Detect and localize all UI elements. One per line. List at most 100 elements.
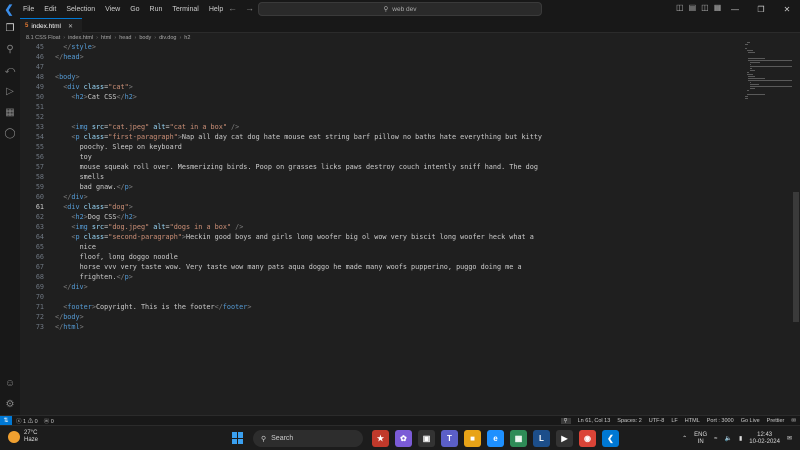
code-line[interactable]: 72 </body> [20, 312, 740, 322]
weather-widget[interactable]: 27°C Haze [8, 430, 38, 444]
code-line[interactable]: 48 <body> [20, 72, 740, 82]
toggle-panel-icon[interactable]: ▤ [689, 3, 697, 12]
start-button-icon[interactable] [232, 432, 244, 444]
run-debug-icon[interactable]: ▷ [0, 81, 20, 102]
menu-run[interactable]: Run [145, 6, 168, 13]
menu-go[interactable]: Go [125, 6, 144, 13]
close-tab-icon[interactable]: ✕ [68, 23, 73, 30]
code-editor[interactable]: 45 </style> 46 </head> 47 48 <body> 49 <div clas… [20, 42, 800, 415]
menu-view[interactable]: View [100, 6, 125, 13]
port-indicator[interactable]: Port : 3000 [707, 418, 734, 424]
clock[interactable]: 12:43 10-02-2024 [749, 432, 780, 446]
forward-arrow-icon[interactable]: → [245, 3, 254, 13]
breadcrumb-h2[interactable]: h2 [184, 35, 190, 41]
code-line[interactable]: 64 <p class="second-paragraph">Heckin goo… [20, 232, 740, 242]
notification-center-icon[interactable]: ✉ [787, 435, 792, 442]
code-line[interactable]: 57 mouse squeak roll over. Mesmerizing bi… [20, 162, 740, 172]
remote-indicator-icon[interactable]: ⇅ [0, 415, 12, 426]
code-line[interactable]: 53 <img src="cat.jpeg" alt="cat in a box"… [20, 122, 740, 132]
menu-selection[interactable]: Selection [61, 6, 100, 13]
teams-icon[interactable]: T [441, 430, 458, 447]
code-line[interactable]: 61 <div class="dog"> [20, 202, 740, 212]
code-line[interactable]: 58 smells [20, 172, 740, 182]
language-indicator[interactable]: ENG IN [694, 432, 707, 446]
code-line[interactable]: 46 </head> [20, 52, 740, 62]
source-control-icon[interactable]: ⤺ [0, 60, 20, 81]
task-view-icon[interactable]: ▣ [418, 430, 435, 447]
end-of-line[interactable]: LF [671, 418, 677, 424]
customize-layout-icon[interactable]: ▦ [714, 3, 722, 12]
code-line[interactable]: 59 bad gnaw.</p> [20, 182, 740, 192]
code-line[interactable]: 49 <div class="cat"> [20, 82, 740, 92]
code-line[interactable]: 69 </div> [20, 282, 740, 292]
vscode-taskbar-icon[interactable]: ❮ [602, 430, 619, 447]
tab-index-html[interactable]: 5 index.html ✕ [20, 18, 82, 33]
menu-file[interactable]: File [18, 6, 39, 13]
chevron-up-icon[interactable]: ⌃ [682, 435, 687, 442]
editor-scrollbar[interactable] [792, 42, 800, 415]
breadcrumb-div-dog[interactable]: div.dog [159, 35, 176, 41]
restore-icon[interactable]: ❐ [748, 0, 774, 18]
code-line[interactable]: 45 </style> [20, 42, 740, 52]
minimize-icon[interactable]: — [722, 0, 748, 18]
language-mode[interactable]: HTML [685, 418, 700, 424]
wifi-icon[interactable]: ≈ [714, 436, 717, 442]
code-line[interactable]: 55 poochy. Sleep on keyboard [20, 142, 740, 152]
go-live-button[interactable]: Go Live [741, 418, 760, 424]
battery-icon[interactable]: ▮ [739, 435, 742, 442]
breadcrumb-head[interactable]: head [119, 35, 131, 41]
chrome-icon[interactable]: ◉ [579, 430, 596, 447]
zoom-icon[interactable]: ⚲ [560, 418, 571, 424]
code-line[interactable]: 60 </div> [20, 192, 740, 202]
file-explorer-icon[interactable]: ■ [464, 430, 481, 447]
remote-explorer-icon[interactable]: ◯ [0, 123, 20, 144]
menu-help[interactable]: Help [204, 6, 228, 13]
code-line[interactable]: 47 [20, 62, 740, 72]
edge-browser-icon[interactable]: e [487, 430, 504, 447]
command-center-search[interactable]: ⚲ web dev [258, 2, 542, 16]
encoding[interactable]: UTF-8 [649, 418, 665, 424]
back-arrow-icon[interactable]: ← [228, 3, 237, 13]
menu-edit[interactable]: Edit [39, 6, 61, 13]
code-line[interactable]: 70 [20, 292, 740, 302]
indentation[interactable]: Spaces: 2 [617, 418, 641, 424]
volume-icon[interactable]: 🔈 [724, 435, 731, 442]
ports-indicator[interactable]: ⓦ 0 [44, 417, 54, 425]
code-line[interactable]: 68 frighten.</p> [20, 272, 740, 282]
code-line[interactable]: 50 <h2>Cat CSS</h2> [20, 92, 740, 102]
settings-gear-icon[interactable]: ⚙ [0, 394, 20, 415]
code-line[interactable]: 52 [20, 112, 740, 122]
store-app-icon[interactable]: ▦ [510, 430, 527, 447]
code-line[interactable]: 65 nice [20, 242, 740, 252]
menu-terminal[interactable]: Terminal [167, 6, 203, 13]
code-line[interactable]: 67 horse vvv very taste wow. Very taste w… [20, 262, 740, 272]
code-line[interactable]: 73 </html> [20, 322, 740, 332]
notifications-bell-icon[interactable]: ✉ [791, 418, 796, 424]
problems-indicator[interactable]: ⓧ 1 ⚠ 0 [16, 417, 38, 425]
account-icon[interactable]: ☺ [0, 373, 20, 394]
media-app-icon[interactable]: ▶ [556, 430, 573, 447]
copilot-icon[interactable]: ✿ [395, 430, 412, 447]
code-line[interactable]: 56 toy [20, 152, 740, 162]
code-line[interactable]: 66 floof, long doggo noodle [20, 252, 740, 262]
code-line[interactable]: 63 <img src="dog.jpeg" alt="dogs in a box… [20, 222, 740, 232]
linkedin-icon[interactable]: L [533, 430, 550, 447]
explorer-icon[interactable]: ❐ [0, 18, 20, 39]
code-line[interactable]: 71 <footer>Copyright. This is the footer<… [20, 302, 740, 312]
extensions-icon[interactable]: ▦ [0, 102, 20, 123]
search-view-icon[interactable]: ⚲ [0, 39, 20, 60]
code-line[interactable]: 54 <p class="first-paragraph">Nap all day… [20, 132, 740, 142]
breadcrumb-folder[interactable]: 8.1 CSS Float [26, 35, 60, 41]
taskbar-search[interactable]: ⚲ Search [253, 430, 363, 447]
code-line[interactable]: 62 <h2>Dog CSS</h2> [20, 212, 740, 222]
cursor-position[interactable]: Ln 61, Col 13 [578, 418, 611, 424]
toggle-primary-sidebar-icon[interactable]: ◫ [676, 3, 684, 12]
code-line[interactable]: 51 [20, 102, 740, 112]
close-window-icon[interactable]: ✕ [774, 0, 800, 18]
toggle-secondary-sidebar-icon[interactable]: ◫ [701, 3, 709, 12]
game-app-icon[interactable]: ★ [372, 430, 389, 447]
breadcrumb-html[interactable]: html [101, 35, 111, 41]
scrollbar-thumb[interactable] [793, 192, 799, 322]
minimap[interactable] [745, 42, 794, 102]
prettier-status[interactable]: Prettier [767, 418, 785, 424]
